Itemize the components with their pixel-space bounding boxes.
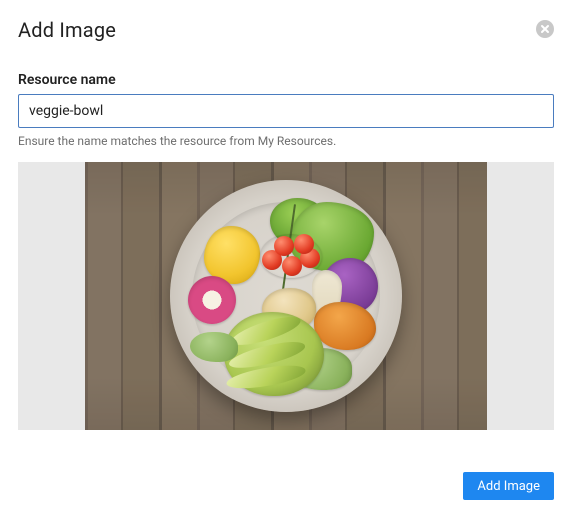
add-image-button[interactable]: Add Image bbox=[463, 472, 554, 500]
image-preview bbox=[85, 162, 487, 430]
resource-name-label: Resource name bbox=[18, 72, 554, 88]
modal-title: Add Image bbox=[18, 18, 116, 42]
image-preview-container bbox=[18, 162, 554, 430]
resource-name-help-text: Ensure the name matches the resource fro… bbox=[18, 134, 554, 148]
close-icon bbox=[536, 20, 554, 38]
modal-header: Add Image bbox=[18, 18, 554, 42]
resource-name-input[interactable] bbox=[18, 94, 554, 128]
modal-footer: Add Image bbox=[463, 472, 554, 500]
close-button[interactable] bbox=[536, 20, 554, 38]
